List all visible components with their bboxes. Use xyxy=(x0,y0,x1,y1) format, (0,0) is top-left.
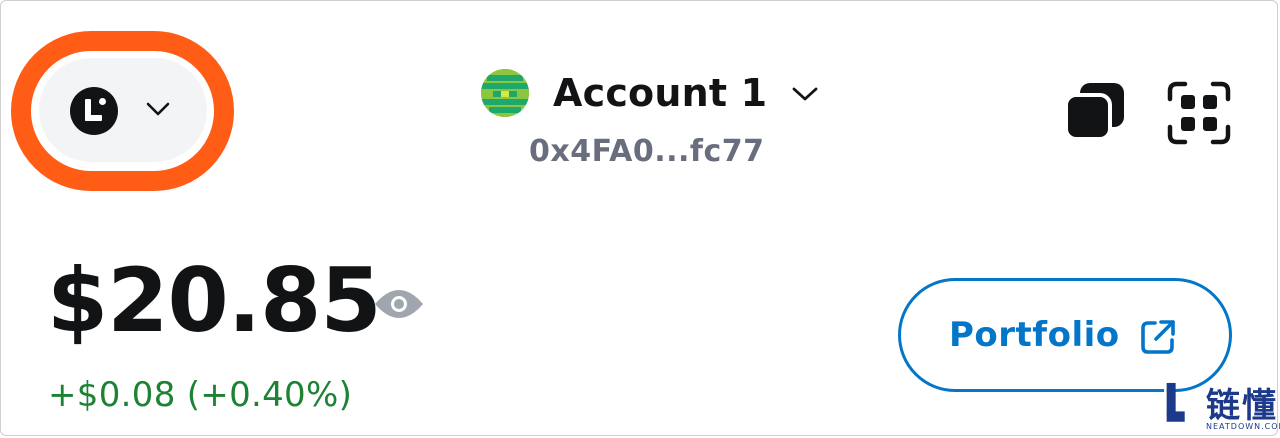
wallet-header-card: Account 1 0x4FA0...fc77 $20.85 +$0.08 (+… xyxy=(0,0,1278,436)
account-picker-button[interactable]: Account 1 xyxy=(481,65,819,121)
watermark-logo: 链懂 NEATDOWN.COM xyxy=(1160,372,1280,438)
watermark-chinese-text: 链懂 xyxy=(1206,386,1278,426)
watermark-english-text: NEATDOWN.COM xyxy=(1206,422,1280,431)
network-picker-button[interactable] xyxy=(39,58,207,162)
portfolio-label: Portfolio xyxy=(949,315,1120,355)
identicon-avatar xyxy=(481,69,529,117)
copy-icon[interactable] xyxy=(1064,81,1126,143)
balance-amount: $20.85 xyxy=(47,249,382,352)
account-address[interactable]: 0x4FA0...fc77 xyxy=(529,134,765,169)
linea-network-icon xyxy=(70,87,118,135)
watermark-l-icon xyxy=(1164,382,1185,424)
external-link-icon xyxy=(1141,320,1175,354)
qr-scan-icon[interactable] xyxy=(1167,81,1231,145)
chevron-down-icon xyxy=(792,87,818,101)
eye-icon[interactable] xyxy=(373,284,425,324)
chevron-down-icon xyxy=(146,102,170,116)
balance-change: +$0.08 (+0.40%) xyxy=(48,375,353,415)
account-name: Account 1 xyxy=(553,71,768,115)
